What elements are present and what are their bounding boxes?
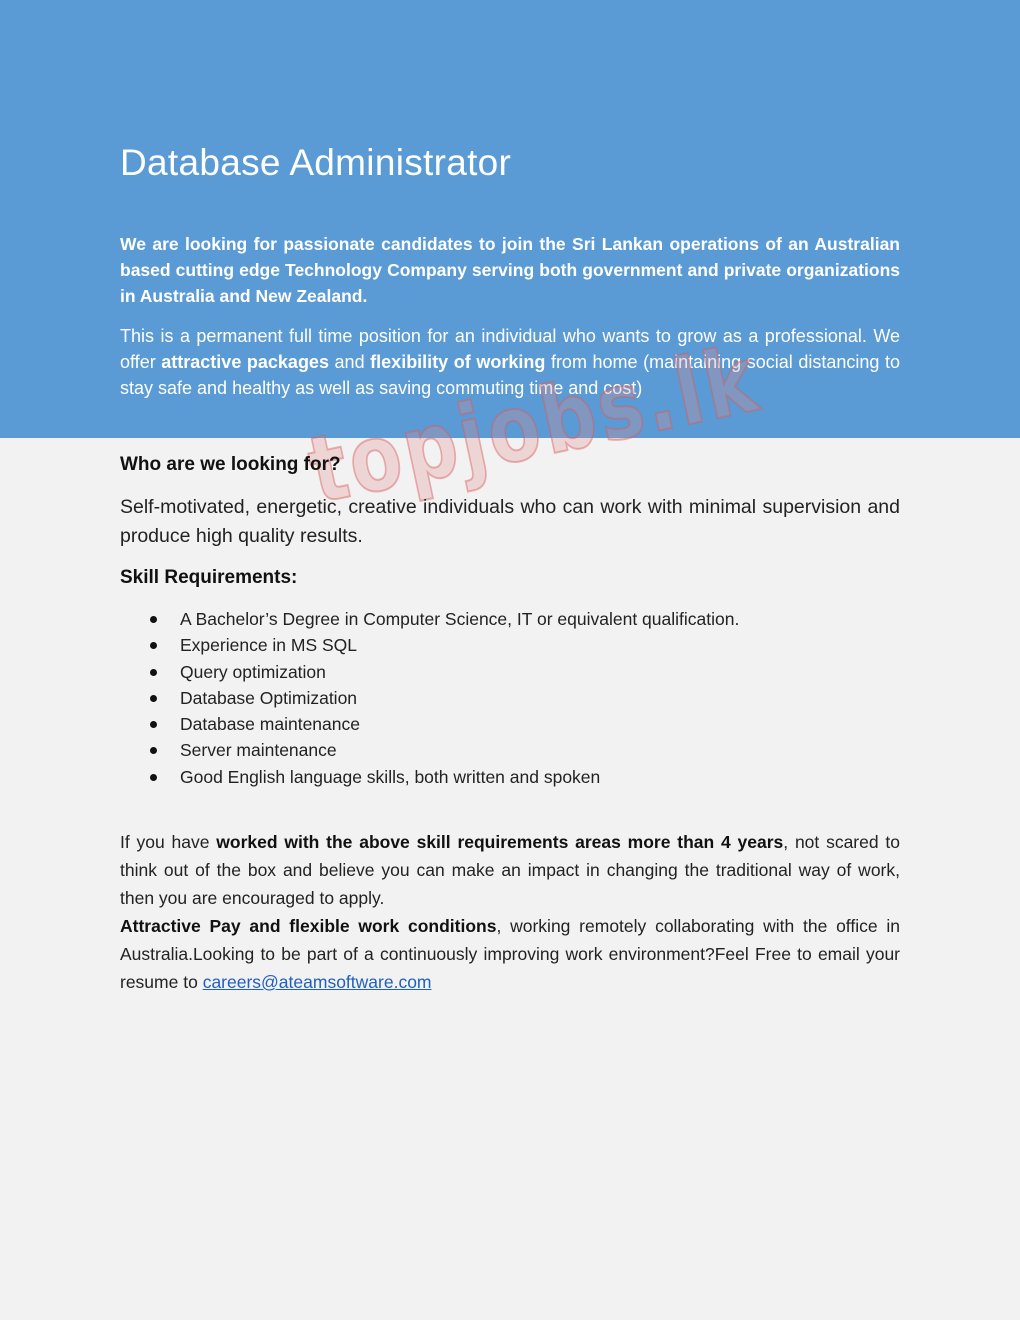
list-item: Good English language skills, both writt… xyxy=(120,764,900,790)
bullet-icon xyxy=(150,694,157,702)
desc-bold-flexibility: flexibility of working xyxy=(370,352,546,372)
skills-list: A Bachelor’s Degree in Computer Science,… xyxy=(120,606,900,790)
list-item: A Bachelor’s Degree in Computer Science,… xyxy=(120,606,900,632)
skill-text: Experience in MS SQL xyxy=(180,635,358,656)
skills-heading: Skill Requirements: xyxy=(120,567,298,588)
page-title: Database Administrator xyxy=(120,142,512,183)
desc-text-2: and xyxy=(328,352,371,372)
skill-text: Database maintenance xyxy=(180,714,360,735)
list-item: Server maintenance xyxy=(120,737,900,763)
list-item: Query optimization xyxy=(120,659,900,685)
bullet-icon xyxy=(150,668,157,676)
who-heading: Who are we looking for? xyxy=(120,454,341,475)
apply-text-1: If you have xyxy=(120,832,217,852)
skill-text: Database Optimization xyxy=(180,687,358,708)
list-item: Database maintenance xyxy=(120,711,900,737)
position-description: This is a permanent full time position f… xyxy=(120,323,900,401)
list-item: Experience in MS SQL xyxy=(120,632,900,658)
email-link[interactable]: careers@ateamsoftware.com xyxy=(203,972,432,992)
bullet-icon xyxy=(150,747,157,755)
skill-text: Query optimization xyxy=(180,661,326,682)
skill-text: Server maintenance xyxy=(180,740,337,761)
skill-text: A Bachelor’s Degree in Computer Science,… xyxy=(180,609,740,629)
list-item: Database Optimization xyxy=(120,685,900,711)
intro-paragraph: We are looking for passionate candidates… xyxy=(120,234,900,306)
desc-bold-packages: attractive packages xyxy=(161,352,329,372)
bullet-icon xyxy=(150,721,157,729)
apply-paragraph: If you have worked with the above skill … xyxy=(120,828,900,996)
bullet-icon xyxy=(150,616,157,623)
who-description: Self-motivated, energetic, creative indi… xyxy=(120,496,900,547)
apply-bold-pay: Attractive Pay and flexible work conditi… xyxy=(120,916,497,936)
header-banner: Database Administrator We are looking fo… xyxy=(0,0,1020,438)
bullet-icon xyxy=(150,642,157,650)
skill-text: Good English language skills, both writt… xyxy=(180,766,601,787)
apply-bold-experience: worked with the above skill requirements… xyxy=(216,832,784,852)
bullet-icon xyxy=(150,773,157,781)
